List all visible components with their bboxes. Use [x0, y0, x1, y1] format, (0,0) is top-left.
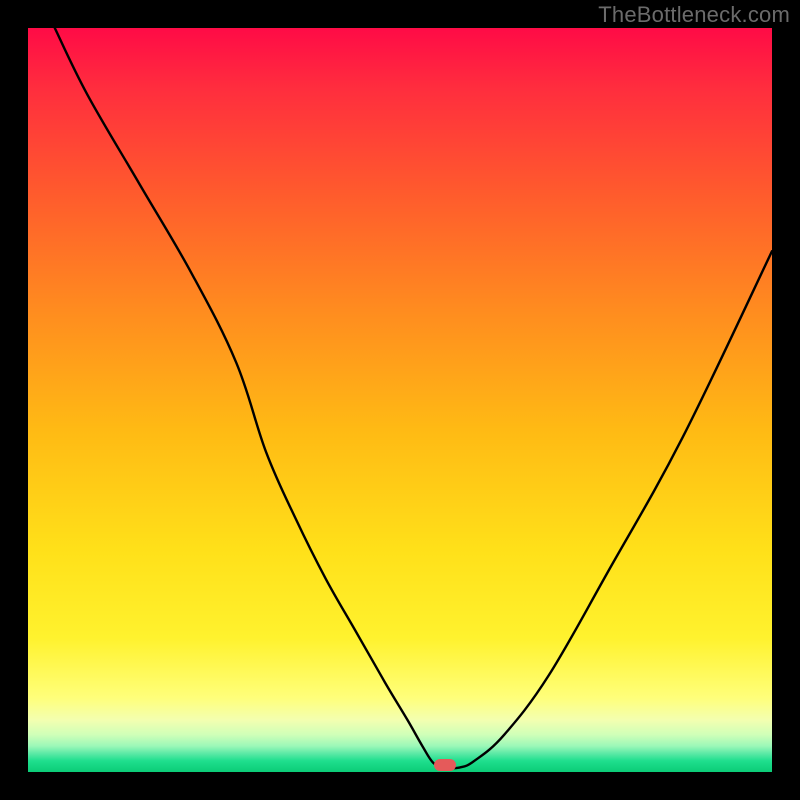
bottleneck-curve — [55, 28, 772, 768]
chart-frame: TheBottleneck.com — [0, 0, 800, 800]
optimal-point-marker — [434, 759, 456, 771]
watermark-text: TheBottleneck.com — [598, 2, 790, 28]
curve-layer — [28, 28, 772, 772]
